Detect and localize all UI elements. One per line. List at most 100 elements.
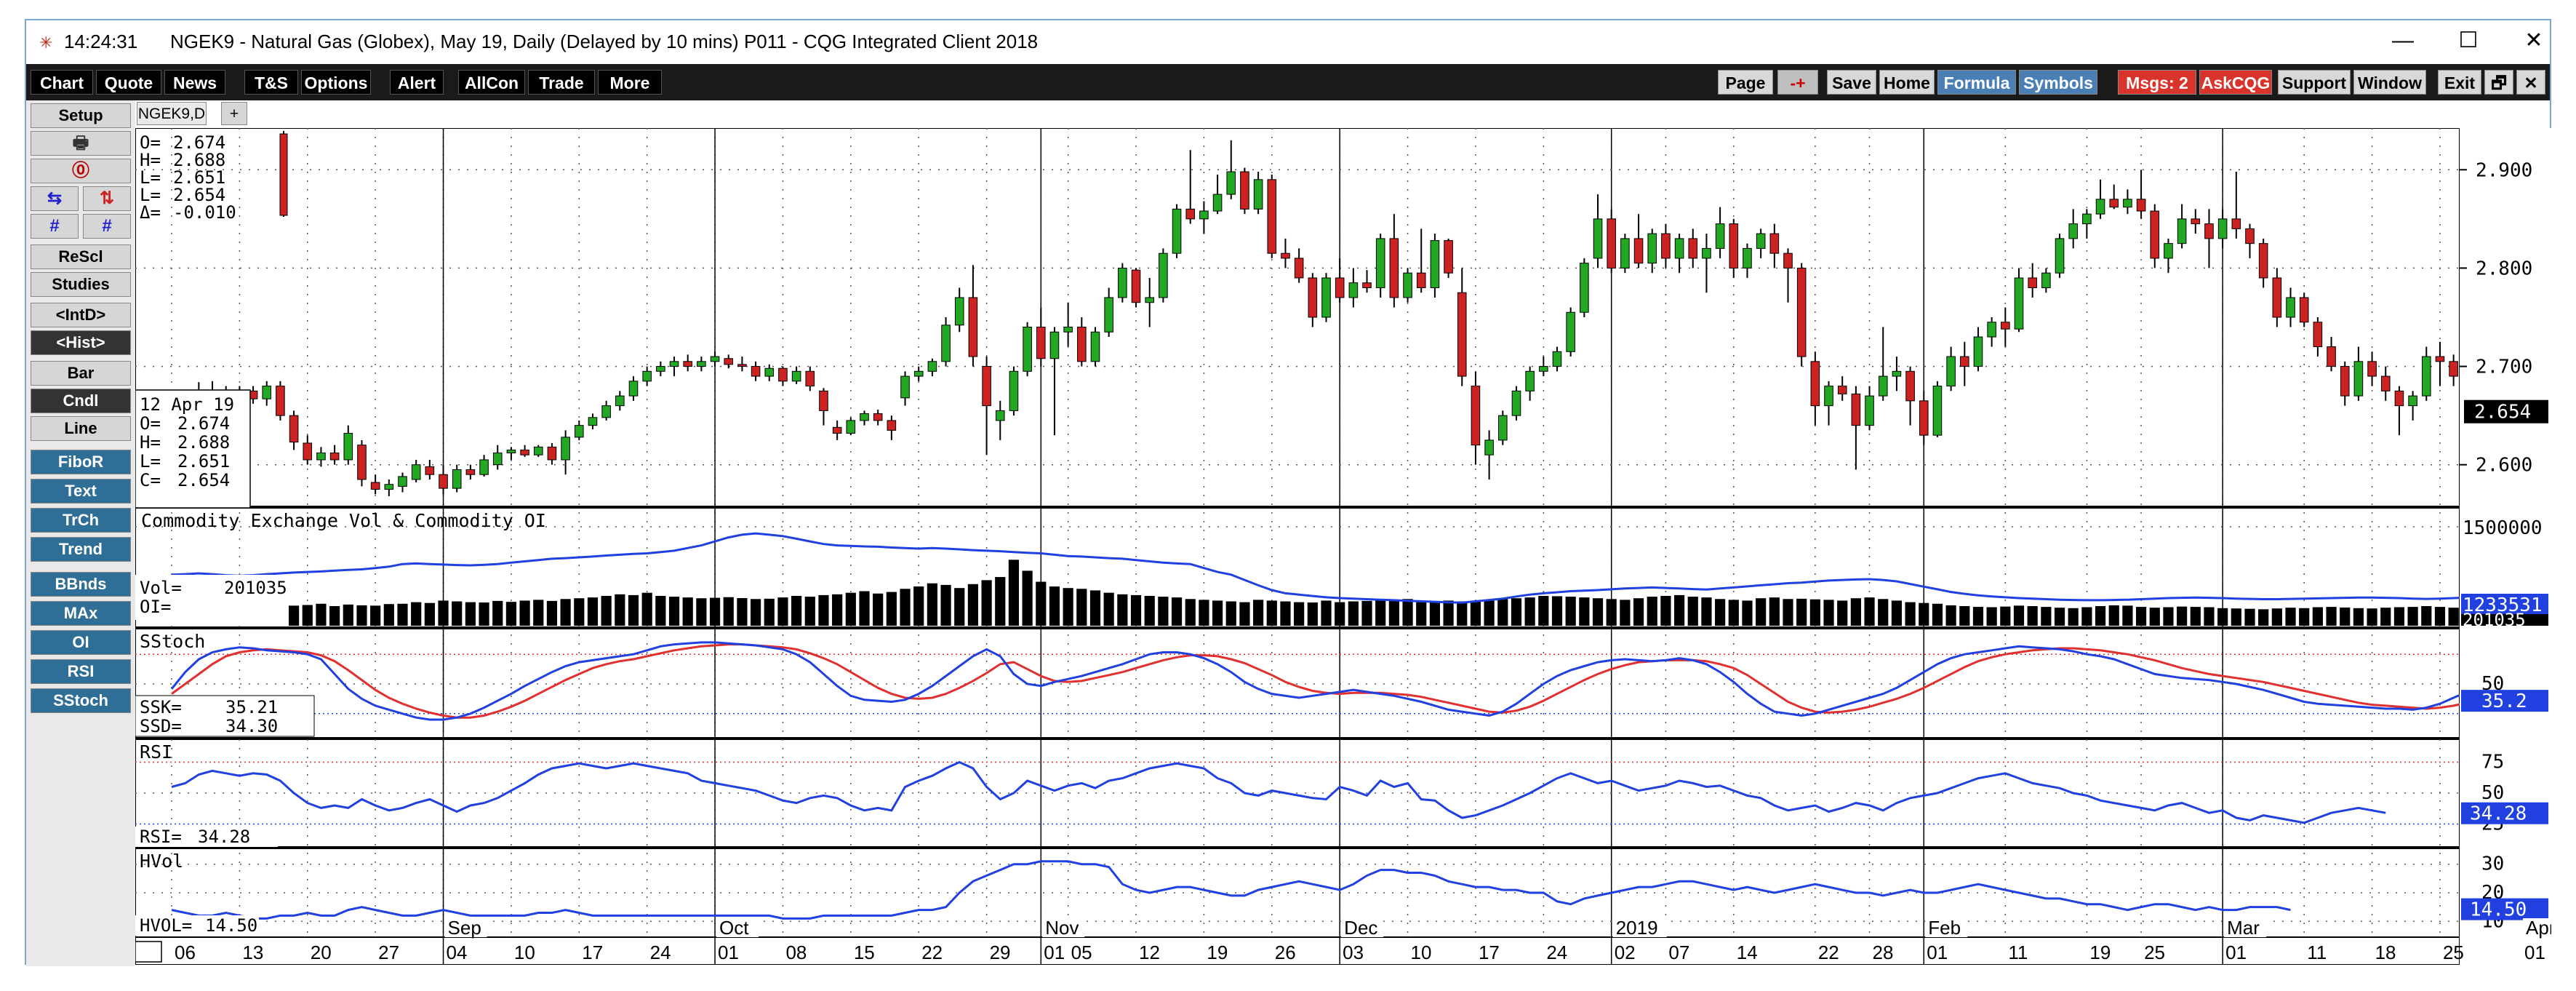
setup-button[interactable]: Setup — [31, 103, 131, 128]
x-tick-label: 10 — [1411, 942, 1432, 963]
line-chart-button[interactable]: Line — [31, 416, 131, 441]
trade-menu-button[interactable]: Trade — [528, 70, 595, 95]
max-button[interactable]: MAx — [31, 601, 131, 626]
x-tick-label: 28 — [1873, 942, 1894, 963]
cursor-label: O= — [140, 413, 161, 434]
exit-button[interactable]: Exit — [2438, 70, 2481, 95]
volume-bar — [574, 598, 585, 626]
cqg-icon-button[interactable]: ⓪ — [31, 159, 131, 183]
alert-menu-button[interactable]: Alert — [390, 70, 444, 95]
vertical-arrows-icon: ⇅ — [99, 188, 115, 208]
support-button[interactable]: Support — [2278, 70, 2351, 95]
rescale-button[interactable]: ReScl — [31, 244, 131, 269]
volume-bar — [1986, 607, 1997, 626]
bar-chart-button[interactable]: Bar — [31, 361, 131, 386]
intraday-button[interactable]: <IntD> — [31, 303, 131, 327]
save-button[interactable]: Save — [1827, 70, 1876, 95]
rsi-button[interactable]: RSI — [31, 659, 131, 684]
volume-bar — [1905, 602, 1916, 626]
print-button[interactable]: 🖶 — [31, 131, 131, 156]
swap-left-button[interactable]: ⇆ — [31, 186, 79, 211]
formula-button[interactable]: Formula — [1937, 70, 2016, 95]
candle-body — [1281, 252, 1290, 259]
sstoch-button[interactable]: SStoch — [31, 688, 131, 713]
candle-body — [439, 474, 448, 489]
grid-right-button[interactable]: # — [83, 214, 131, 239]
volume-bar — [383, 604, 394, 626]
studies-button[interactable]: Studies — [31, 272, 131, 297]
candle-body — [751, 366, 761, 377]
grid-left-button[interactable]: # — [31, 214, 79, 239]
volume-bar — [546, 600, 558, 626]
volume-bar — [804, 597, 815, 626]
readout-value: -0.010 — [173, 202, 236, 223]
chart-menu-button[interactable]: Chart — [31, 70, 93, 95]
candle-body — [1688, 238, 1698, 259]
hvol-readout-value: 14.50 — [205, 915, 257, 936]
askcqg-button[interactable]: AskCQG — [2199, 70, 2272, 95]
fibor-button[interactable]: FiboR — [31, 450, 131, 474]
candle-chart-button[interactable]: Cndl — [31, 389, 131, 413]
volume-bar — [492, 600, 503, 626]
home-button[interactable]: Home — [1879, 70, 1935, 95]
allcon-menu-button[interactable]: AllCon — [458, 70, 525, 95]
volume-bar — [2190, 607, 2201, 626]
volume-bar — [1592, 598, 1604, 626]
historical-button[interactable]: <Hist> — [31, 330, 131, 355]
candle-body — [2367, 361, 2377, 377]
maximize-button[interactable]: ☐ — [2448, 25, 2489, 57]
text-tool-button[interactable]: Text — [31, 479, 131, 504]
add-tab-button[interactable]: + — [221, 102, 247, 125]
restore-window-icon[interactable]: 🗗 — [2484, 70, 2513, 95]
x-tick-label: 06 — [175, 942, 196, 963]
page-plus-minus-button[interactable]: -+ — [1777, 70, 1818, 95]
more-menu-button[interactable]: More — [598, 70, 662, 95]
page-button[interactable]: Page — [1718, 70, 1773, 95]
close-button[interactable]: ✕ — [2513, 25, 2554, 57]
symbols-button[interactable]: Symbols — [2019, 70, 2097, 95]
clock-time: 14:24:31 — [64, 31, 138, 52]
tab-ngek9-d[interactable]: NGEK9,D — [137, 102, 207, 125]
x-tick-label: 26 — [1275, 942, 1296, 963]
price-tick-label: 2.900 — [2476, 159, 2532, 181]
candle-body — [887, 420, 897, 431]
candle-body — [1878, 375, 1888, 397]
volume-bar — [900, 589, 911, 626]
volume-bar — [1959, 606, 1970, 626]
news-menu-button[interactable]: News — [164, 70, 225, 95]
trch-button[interactable]: TrCh — [31, 508, 131, 533]
volume-bar — [1443, 600, 1454, 626]
candle-body — [2245, 228, 2255, 244]
grid-alt-icon: # — [102, 216, 112, 236]
volume-bar — [2421, 606, 2432, 626]
trend-button[interactable]: Trend — [31, 537, 131, 562]
candle-body — [2150, 210, 2160, 259]
volume-bar — [411, 602, 422, 626]
volume-bar — [615, 594, 625, 626]
x-tick-label: 22 — [1818, 942, 1839, 963]
bbands-button[interactable]: BBnds — [31, 572, 131, 597]
volume-bar — [1457, 601, 1468, 626]
volume-bar — [832, 594, 843, 626]
candle-body — [710, 356, 720, 362]
volume-bar — [601, 595, 612, 626]
candle-body — [357, 445, 367, 480]
swap-up-button[interactable]: ⇅ — [83, 186, 131, 211]
quote-menu-button[interactable]: Quote — [96, 70, 161, 95]
volume-bar — [940, 584, 951, 626]
messages-button[interactable]: Msgs: 2 — [2118, 70, 2196, 95]
window-button[interactable]: Window — [2353, 70, 2426, 95]
volume-bar — [913, 586, 924, 626]
volume-bar — [628, 594, 639, 626]
close-page-icon[interactable]: ✕ — [2516, 70, 2545, 95]
volume-bar — [777, 597, 788, 626]
ts-menu-button[interactable]: T&S — [244, 70, 298, 95]
volume-bar — [737, 598, 748, 626]
options-menu-button[interactable]: Options — [301, 70, 371, 95]
chart-area[interactable]: 2.9002.8002.7002.6002.654150000012335312… — [135, 128, 2551, 965]
candle-body — [2286, 297, 2295, 318]
oi-button[interactable]: OI — [31, 630, 131, 655]
title-bar[interactable]: ✳ 14:24:31 NGEK9 - Natural Gas (Globex),… — [26, 20, 2550, 64]
candle-body — [575, 425, 584, 438]
minimize-button[interactable]: — — [2383, 25, 2423, 57]
